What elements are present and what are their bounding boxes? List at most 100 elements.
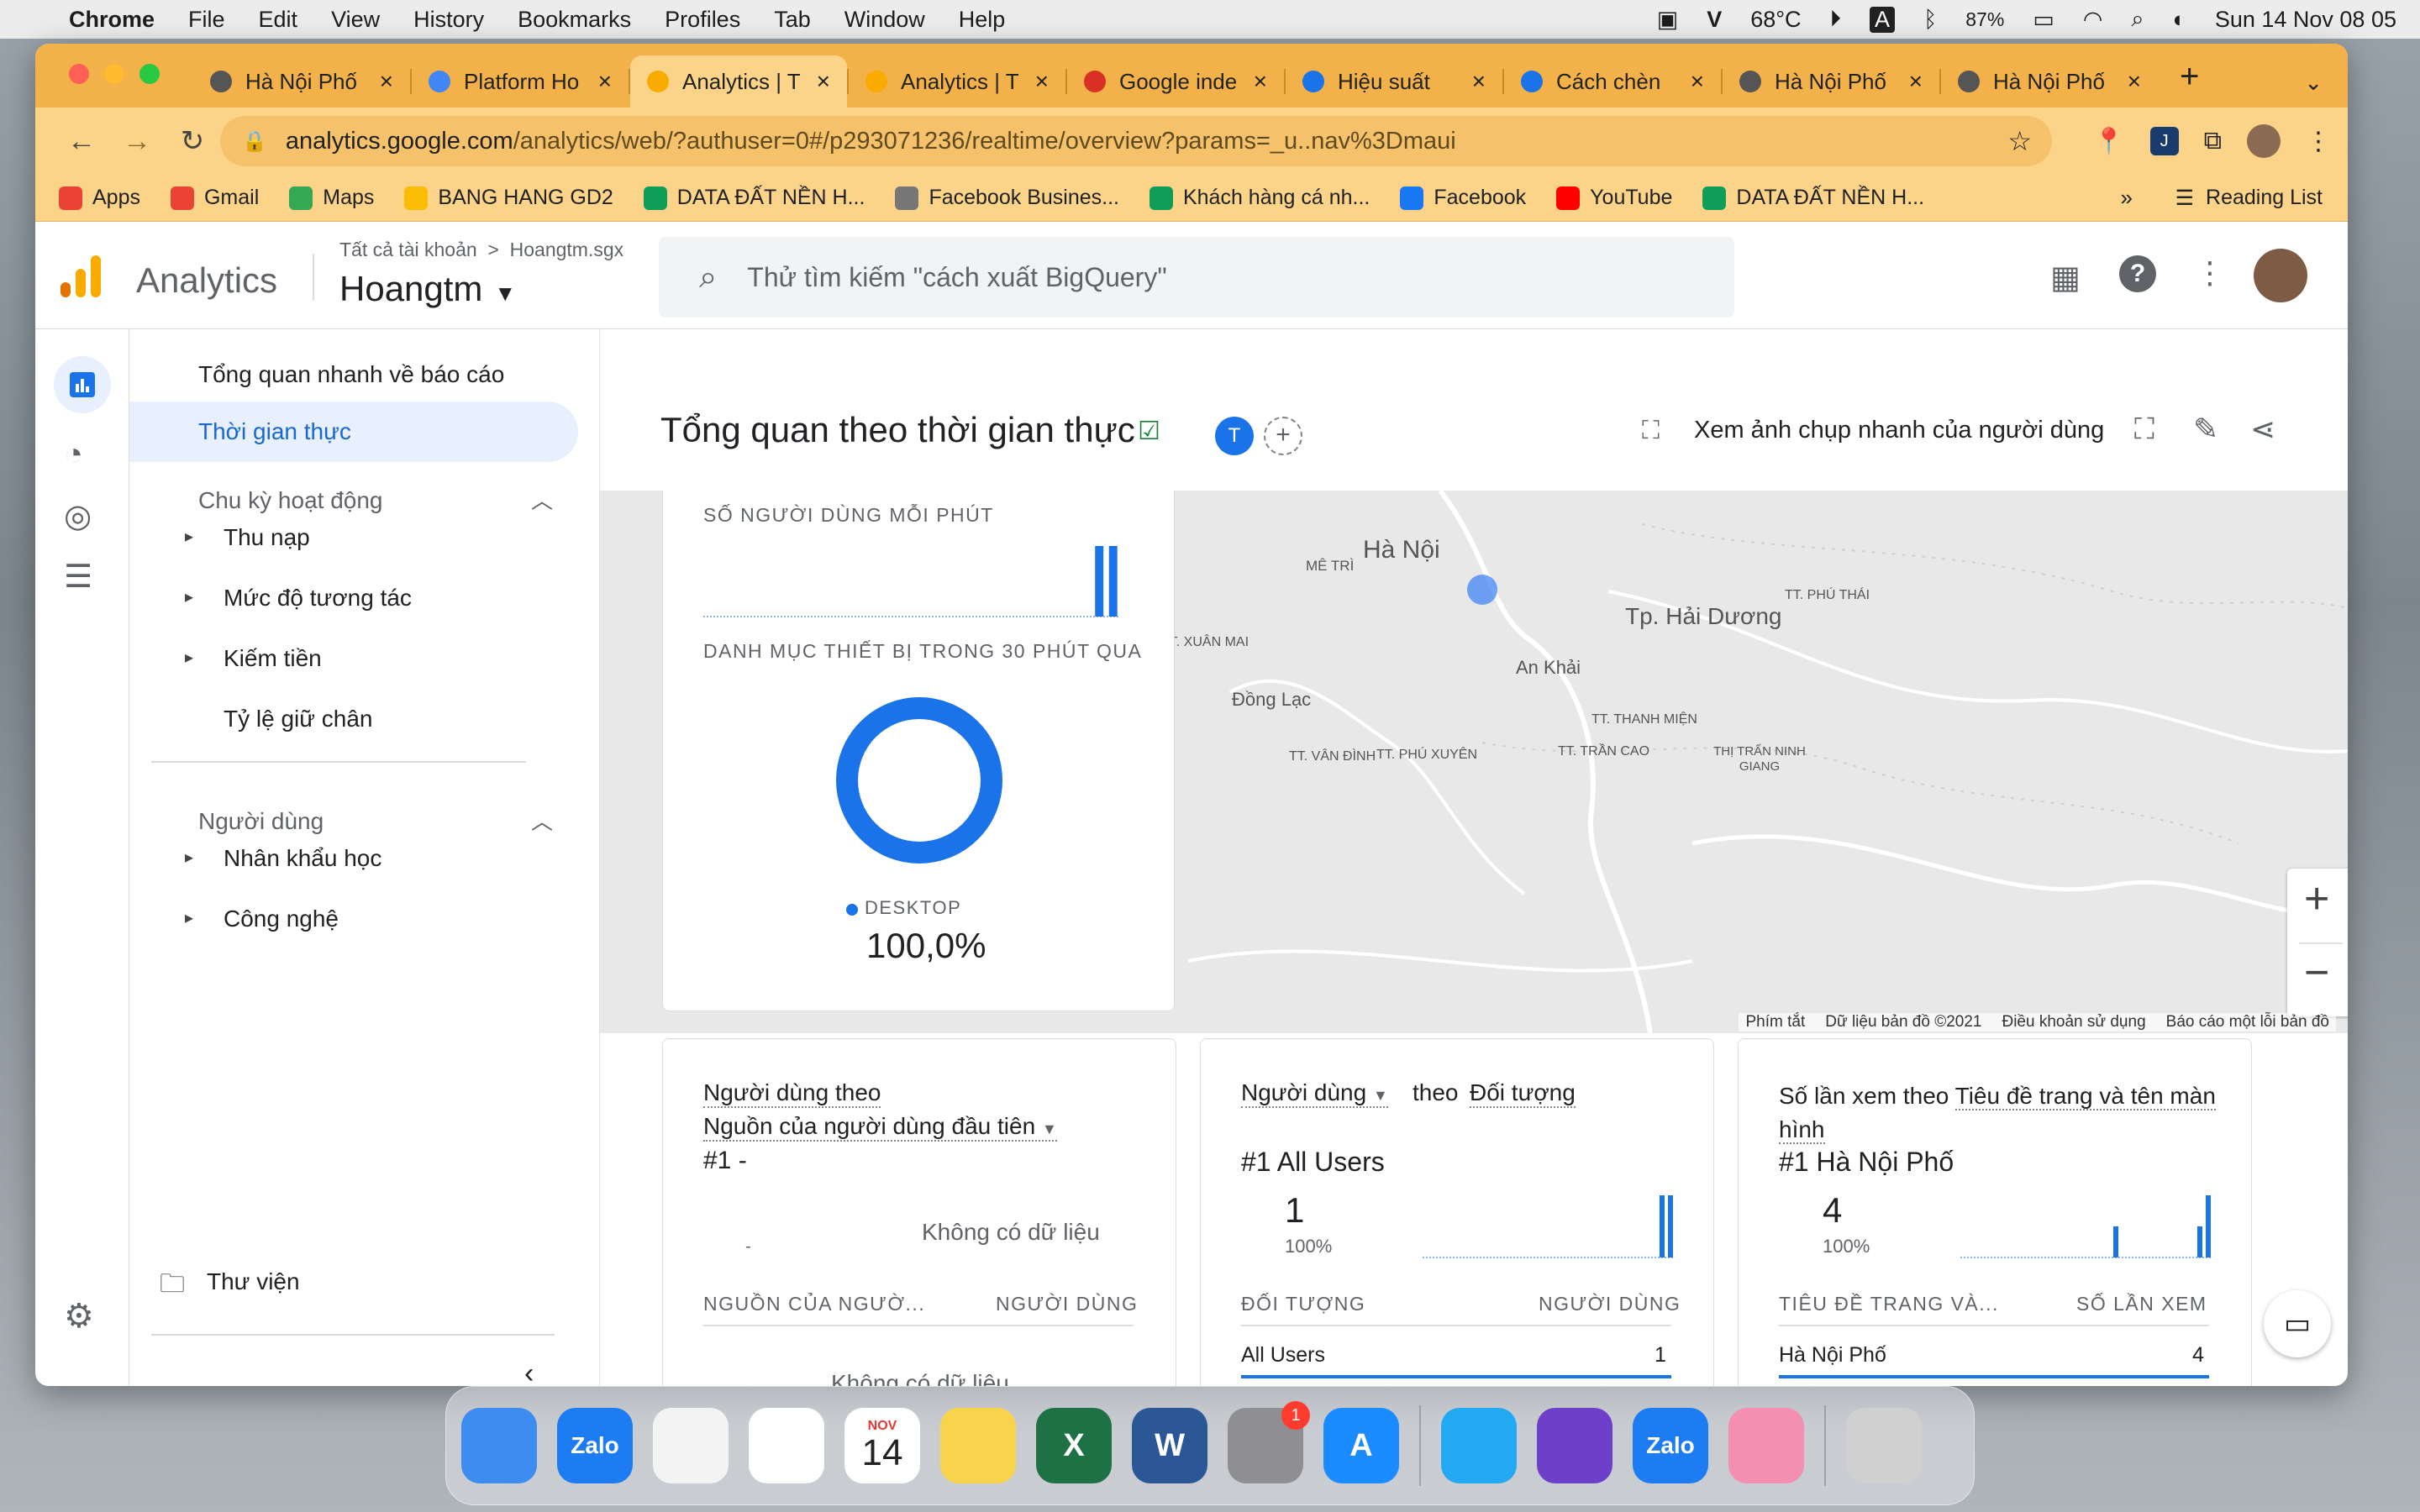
comparison-avatar[interactable]: T — [1215, 417, 1254, 455]
browser-tab[interactable]: Hiệu suất × — [1286, 55, 1502, 108]
apps-grid-icon[interactable]: ▦ — [2050, 259, 2081, 297]
search-bar[interactable]: ⌕ Thử tìm kiếm "cách xuất BigQuery" — [659, 237, 1734, 318]
back-button[interactable]: ← — [54, 125, 109, 158]
forward-button[interactable]: → — [109, 125, 165, 158]
address-bar[interactable]: 🔒 analytics.google.com/analytics/web/?au… — [220, 116, 2052, 166]
browser-tab[interactable]: Hà Nội Phố × — [1941, 55, 2158, 108]
zoom-window-button[interactable] — [139, 64, 160, 84]
close-window-button[interactable] — [69, 64, 89, 84]
bookmark-item[interactable]: YouTube — [1556, 186, 1672, 210]
reload-button[interactable]: ↻ — [165, 124, 220, 158]
close-tab-icon[interactable]: × — [1691, 68, 1704, 95]
browser-tab[interactable]: Analytics | T × — [630, 55, 847, 108]
menubar-item[interactable]: Window — [844, 7, 925, 33]
card1-col-source[interactable]: NGUỒN CỦA NGƯỜ... — [703, 1293, 925, 1315]
dock-github-desktop-icon[interactable] — [1537, 1408, 1612, 1483]
property-selector[interactable]: Hoangtm ▼ — [339, 269, 516, 309]
bookmark-item[interactable]: Apps — [59, 186, 140, 210]
nav-monetization[interactable]: Kiếm tiền — [224, 645, 322, 672]
battery-icon[interactable]: ▭ — [2033, 7, 2054, 33]
search-input[interactable]: Thử tìm kiếm "cách xuất BigQuery" — [747, 262, 1166, 293]
browser-tab[interactable]: Platform Ho × — [412, 55, 629, 108]
lock-icon[interactable]: 🔒 — [242, 129, 267, 154]
chevron-up-icon[interactable]: ︿ — [531, 484, 553, 515]
nav-engagement[interactable]: Mức độ tương tác — [224, 585, 412, 612]
configure-list-icon[interactable]: ☰ — [64, 558, 92, 596]
card3-col-title[interactable]: TIÊU ĐỀ TRANG VÀ... — [1779, 1293, 1999, 1315]
nav-reports-snapshot[interactable]: Tổng quan nhanh về báo cáo — [198, 361, 504, 388]
reading-list-button[interactable]: ☰ Reading List — [2175, 186, 2323, 211]
expand-arrow-icon[interactable]: ▸ — [185, 847, 193, 868]
audience-dimension[interactable]: Đối tượng — [1470, 1079, 1576, 1108]
spotlight-search-icon[interactable]: ⌕ — [2131, 6, 2144, 33]
advertising-icon[interactable]: ◎ — [64, 497, 92, 535]
menubar-clock[interactable]: Sun 14 Nov 08 05 — [2215, 7, 2396, 33]
dock-zalo-icon[interactable]: Zalo — [557, 1408, 633, 1483]
bookmark-star-icon[interactable]: ☆ — [2007, 125, 2032, 157]
nav-section-lifecycle[interactable]: Chu kỳ hoạt động — [198, 487, 383, 514]
extensions-puzzle-icon[interactable]: ⧉ — [2204, 127, 2222, 155]
close-tab-icon[interactable]: × — [1035, 68, 1049, 95]
map-footer-link[interactable]: Báo cáo một lỗi bản đồ — [2166, 1013, 2329, 1032]
dock-excel-icon[interactable]: X — [1036, 1408, 1112, 1483]
account-avatar[interactable] — [2254, 249, 2307, 302]
card1-col-users[interactable]: NGƯỜI DÙNG — [996, 1293, 1138, 1315]
menubar-item[interactable]: File — [188, 7, 225, 33]
menubar-item[interactable]: Help — [959, 7, 1006, 33]
close-tab-icon[interactable]: × — [598, 68, 612, 95]
admin-gear-icon[interactable]: ⚙ — [64, 1297, 94, 1336]
nav-library[interactable]: Thư viện — [207, 1268, 300, 1295]
more-bookmarks-icon[interactable]: » — [2121, 185, 2133, 211]
map-footer-link[interactable]: Phím tắt — [1745, 1013, 1805, 1032]
bookmark-item[interactable]: BANG HANG GD2 — [404, 186, 613, 210]
browser-tab[interactable]: Analytics | T × — [849, 55, 1065, 108]
fullscreen-icon[interactable]: ⛶ — [2134, 413, 2154, 446]
minimize-window-button[interactable] — [104, 64, 124, 84]
bookmark-item[interactable]: DATA ĐẤT NỀN H... — [1702, 186, 1924, 210]
chevron-up-icon[interactable]: ︿ — [531, 805, 553, 836]
play-icon[interactable]: ⏵ — [1830, 6, 1842, 33]
collapse-nav-icon[interactable]: ‹ — [524, 1357, 534, 1386]
dock-chrome-icon[interactable] — [749, 1408, 824, 1483]
reports-icon[interactable] — [54, 356, 111, 413]
bookmark-item[interactable]: Khách hàng cá nh... — [1149, 186, 1370, 210]
share-icon[interactable]: ⋖ — [2250, 412, 2275, 447]
profile-avatar[interactable] — [2247, 124, 2281, 158]
bookmark-item[interactable]: Gmail — [170, 186, 259, 210]
expand-arrow-icon[interactable]: ▸ — [185, 647, 193, 668]
bookmark-item[interactable]: DATA ĐẤT NỀN H... — [643, 186, 865, 210]
nav-acquisition[interactable]: Thu nạp — [224, 524, 310, 551]
card3-col-views[interactable]: SỐ LẦN XEM — [2076, 1293, 2207, 1315]
source-dimension-selector[interactable]: Nguồn của người dùng đầu tiên ▼ — [703, 1113, 1057, 1142]
product-name[interactable]: Analytics — [136, 260, 277, 301]
menubar-item[interactable]: Tab — [774, 7, 811, 33]
close-tab-icon[interactable]: × — [817, 68, 830, 95]
dock-notes-icon[interactable] — [940, 1408, 1016, 1483]
customize-report-icon[interactable]: ✎ — [2193, 412, 2218, 447]
add-comparison-button[interactable]: + — [1264, 417, 1302, 455]
close-tab-icon[interactable]: × — [380, 68, 393, 95]
zoom-in-button[interactable]: + — [2304, 874, 2329, 924]
battery-percent[interactable]: 87% — [1965, 8, 2004, 31]
menubar-item[interactable]: Edit — [259, 7, 298, 33]
tab-search-chevron-icon[interactable]: ⌄ — [2304, 70, 2323, 96]
dock-pink-app-icon[interactable] — [1728, 1408, 1804, 1483]
input-source-icon[interactable]: A — [1870, 6, 1896, 33]
display-icon[interactable]: ▣ — [1657, 7, 1679, 33]
help-icon[interactable]: ? — [2119, 255, 2156, 292]
wifi-icon[interactable]: ◠ — [2083, 7, 2103, 33]
control-center-icon[interactable]: ◐ — [2173, 7, 2186, 33]
dock-finder-icon[interactable] — [461, 1408, 537, 1483]
expand-arrow-icon[interactable]: ▸ — [185, 907, 193, 928]
dock-system-preferences-icon[interactable]: 1 — [1228, 1401, 1310, 1483]
explore-icon[interactable]: ◔ — [64, 437, 83, 473]
new-tab-button[interactable]: + — [2180, 58, 2199, 96]
browser-tab[interactable]: Hà Nội Phố × — [193, 55, 410, 108]
menubar-item[interactable]: Bookmarks — [518, 7, 631, 33]
more-options-icon[interactable]: ⋮ — [2195, 255, 2225, 291]
card2-col-users[interactable]: NGƯỜI DÙNG — [1539, 1293, 1681, 1315]
nav-section-users[interactable]: Người dùng — [198, 808, 324, 835]
dock-trash-icon[interactable] — [1846, 1408, 1922, 1483]
user-snapshot-button[interactable]: Xem ảnh chụp nhanh của người dùng — [1694, 417, 2104, 444]
extension-icon[interactable]: J — [2149, 127, 2179, 155]
